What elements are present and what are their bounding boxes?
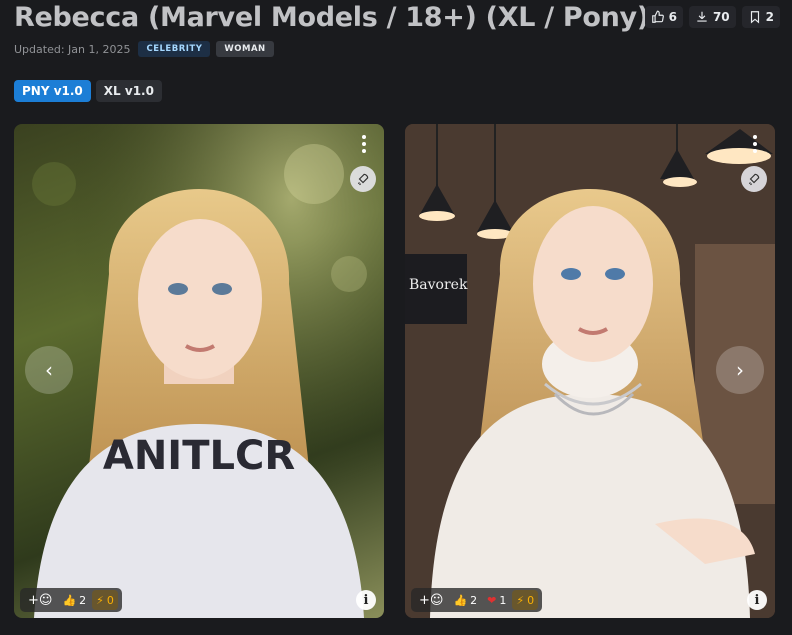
thumbs-up-emoji-icon: 👍	[62, 593, 77, 607]
buzz-count: 0	[527, 593, 535, 607]
download-count: 70	[712, 10, 730, 24]
rocket-icon	[357, 173, 369, 186]
like-count: 6	[668, 10, 677, 24]
heart-reaction-count: 1	[499, 593, 507, 607]
like-reaction[interactable]: 👍 2	[58, 590, 90, 610]
thumbs-up-icon	[651, 10, 664, 23]
shirt-print: ANITLCR	[103, 433, 295, 479]
download-count-button[interactable]: 70	[688, 6, 736, 28]
like-reaction-count: 2	[470, 593, 478, 607]
rocket-icon	[748, 173, 760, 186]
reaction-bar: +☺ 👍 2 ⚡ 0	[20, 588, 122, 612]
heart-icon: ❤	[487, 593, 497, 607]
buzz-count: 0	[106, 593, 114, 607]
more-options-button[interactable]	[354, 132, 374, 156]
updated-date: Updated: Jan 1, 2025	[14, 42, 131, 56]
model-meta: Updated: Jan 1, 2025 CELEBRITY WOMAN	[14, 41, 274, 57]
image-info-button[interactable]: i	[356, 590, 376, 610]
gallery-image-card[interactable]: ANITLCR ‹ +☺ 👍 2 ⚡ 0 i	[14, 124, 384, 618]
bookmark-icon	[750, 11, 759, 24]
lightning-icon: ⚡	[516, 593, 525, 607]
buzz-tip-button[interactable]: ⚡ 0	[512, 590, 539, 610]
tag-woman[interactable]: WOMAN	[216, 41, 274, 57]
tag-celebrity[interactable]: CELEBRITY	[138, 41, 211, 57]
image-info-button[interactable]: i	[747, 590, 767, 610]
version-tab-pny[interactable]: PNY v1.0	[14, 80, 91, 102]
add-reaction-button[interactable]: +☺	[415, 590, 447, 610]
add-reaction-button[interactable]: +☺	[24, 590, 56, 610]
reaction-bar: +☺ 👍 2 ❤ 1 ⚡ 0	[411, 588, 543, 612]
lightning-icon: ⚡	[96, 593, 104, 607]
more-options-button[interactable]	[745, 132, 765, 156]
download-icon	[697, 11, 707, 22]
page-title: Rebecca (Marvel Models / 18+) (XL / Pony…	[14, 2, 649, 33]
remix-button[interactable]	[741, 166, 767, 192]
heart-reaction[interactable]: ❤ 1	[483, 590, 510, 610]
like-reaction[interactable]: 👍 2	[449, 590, 481, 610]
bookmark-count: 2	[765, 10, 774, 24]
carousel-prev-button[interactable]: ‹	[25, 346, 73, 394]
like-count-button[interactable]: 6	[644, 6, 683, 28]
version-selector: PNY v1.0 XL v1.0	[14, 80, 162, 102]
cafe-sign: Bavorek	[409, 277, 468, 293]
thumbs-up-emoji-icon: 👍	[453, 593, 468, 607]
carousel-next-button[interactable]: ›	[716, 346, 764, 394]
remix-button[interactable]	[350, 166, 376, 192]
like-reaction-count: 2	[79, 593, 87, 607]
gallery-image-card[interactable]: Bavorek › +☺ 👍 2 ❤ 1 ⚡ 0 i	[405, 124, 775, 618]
buzz-tip-button[interactable]: ⚡ 0	[92, 590, 118, 610]
version-tab-xl[interactable]: XL v1.0	[95, 80, 162, 102]
bookmark-count-button[interactable]: 2	[741, 6, 780, 28]
model-stats: 6 70 2	[644, 6, 780, 28]
